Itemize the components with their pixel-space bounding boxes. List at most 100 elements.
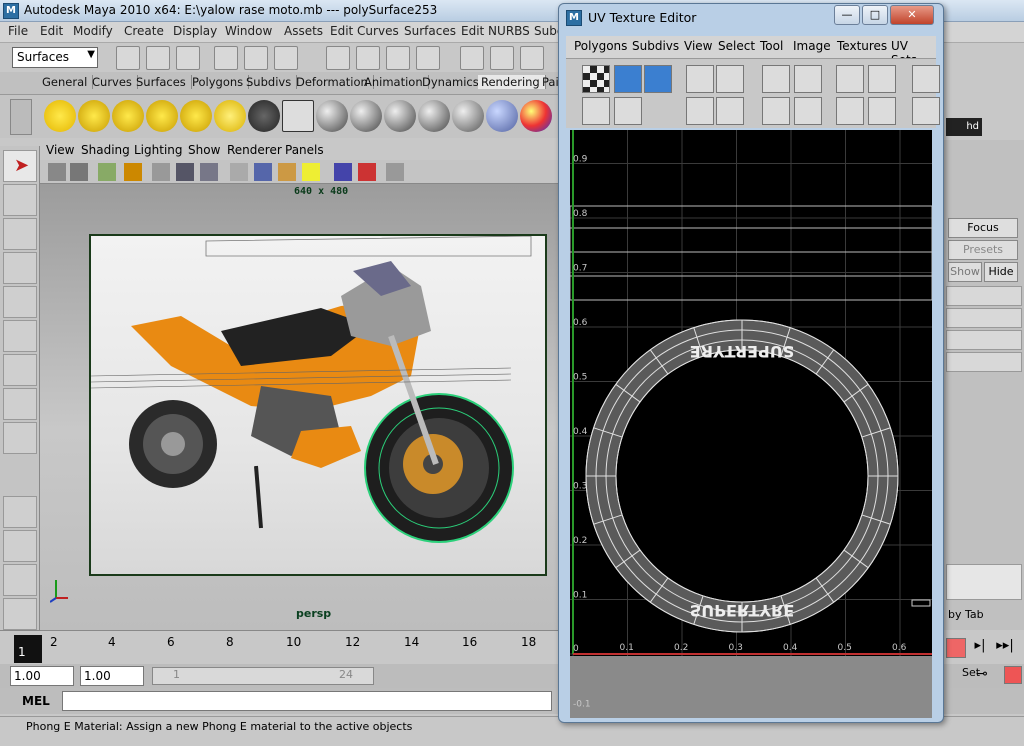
shelf-tab-rendering[interactable]: Rendering <box>478 75 546 89</box>
key-icon[interactable]: ⊸ <box>976 666 998 686</box>
ramp-shader-icon[interactable] <box>520 100 552 132</box>
shelf-tab-polygons[interactable]: Polygons <box>192 75 250 89</box>
new-scene-icon[interactable] <box>116 46 140 70</box>
point-light-icon[interactable] <box>112 100 144 132</box>
menu-surfaces[interactable]: Surfaces <box>404 24 456 38</box>
spot-light-icon[interactable] <box>146 100 178 132</box>
resolution-gate-icon[interactable] <box>200 163 218 181</box>
uv-menu-image[interactable]: Image <box>793 39 831 53</box>
shelf-menu-icon[interactable] <box>10 99 32 135</box>
go-to-end-icon[interactable]: ▸▸| <box>994 638 1016 658</box>
image-display-icon[interactable] <box>762 97 790 125</box>
wireframe-on-shaded-icon[interactable] <box>386 163 404 181</box>
attribute-row[interactable] <box>946 330 1022 350</box>
shade-uvs-icon[interactable] <box>912 97 940 125</box>
menu-modify[interactable]: Modify <box>73 24 113 38</box>
menu-edit-nurbs[interactable]: Edit NURBS <box>461 24 530 38</box>
grid-display-icon[interactable] <box>836 97 864 125</box>
uv-lattice-icon[interactable] <box>582 97 610 125</box>
snap-plane-icon[interactable] <box>416 46 440 70</box>
xray-icon[interactable] <box>358 163 376 181</box>
start-time-field[interactable]: 1.00 <box>10 666 74 686</box>
bookmark-icon[interactable] <box>98 163 116 181</box>
camera-attributes-icon[interactable] <box>70 163 88 181</box>
unfold-icon[interactable] <box>912 65 940 93</box>
directional-light-icon[interactable] <box>78 100 110 132</box>
uv-smudge-icon[interactable] <box>614 97 642 125</box>
attribute-row[interactable] <box>946 352 1022 372</box>
wireframe-icon[interactable] <box>230 163 248 181</box>
render-frame-icon[interactable] <box>460 46 484 70</box>
uv-menu-subdivs[interactable]: Subdivs <box>632 39 679 53</box>
uv-editor-canvas[interactable]: 0.9 0.8 0.7 0.6 0.5 0.4 0.3 0.2 0.1 0 -0.1 0.1 0.2 0… <box>570 130 932 718</box>
maximize-button[interactable]: □ <box>862 5 888 25</box>
redo-icon[interactable] <box>716 97 744 125</box>
camera-select-icon[interactable] <box>48 163 66 181</box>
shelf-tab-deformation[interactable]: Deformation <box>296 75 374 89</box>
persp-outliner-layout-icon[interactable] <box>3 564 37 596</box>
split-uvs-icon[interactable] <box>794 65 822 93</box>
auto-key-icon[interactable] <box>1004 666 1022 684</box>
universal-manipulator-icon[interactable] <box>3 354 37 386</box>
smooth-shade-icon[interactable] <box>254 163 272 181</box>
render-settings-icon[interactable] <box>520 46 544 70</box>
image-dim-icon[interactable] <box>794 97 822 125</box>
rotate-cw-icon[interactable] <box>716 65 744 93</box>
mel-command-input[interactable] <box>62 691 552 711</box>
select-tool-icon[interactable]: ➤ <box>3 150 37 182</box>
flip-u-icon[interactable] <box>614 65 642 93</box>
save-scene-icon[interactable] <box>176 46 200 70</box>
menu-edit-curves[interactable]: Edit Curves <box>330 24 399 38</box>
uv-menu-polygons[interactable]: Polygons <box>574 39 627 53</box>
volume-light-icon[interactable] <box>214 100 246 132</box>
snap-grid-icon[interactable] <box>326 46 350 70</box>
single-perspective-layout-icon[interactable] <box>3 496 37 528</box>
shelf-tab-general[interactable]: General <box>42 75 94 89</box>
viewport-menu-lighting[interactable]: Lighting <box>134 143 183 157</box>
menu-display[interactable]: Display <box>173 24 217 38</box>
lights-icon[interactable] <box>302 163 320 181</box>
shelf-tab-dynamics[interactable]: Dynamics <box>422 75 485 89</box>
menu-create[interactable]: Create <box>124 24 164 38</box>
rotate-ccw-icon[interactable] <box>686 65 714 93</box>
phong-e-material-icon[interactable] <box>418 100 450 132</box>
ambient-light-icon[interactable] <box>44 100 76 132</box>
phong-material-icon[interactable] <box>384 100 416 132</box>
checker-display-icon[interactable] <box>582 65 610 93</box>
show-button[interactable]: Show <box>948 262 982 282</box>
range-slider[interactable]: 1 24 <box>152 667 374 685</box>
pixel-snap-icon[interactable] <box>868 97 896 125</box>
hide-button[interactable]: Hide <box>984 262 1018 282</box>
area-light-icon[interactable] <box>180 100 212 132</box>
open-scene-icon[interactable] <box>146 46 170 70</box>
cut-uv-edges-icon[interactable] <box>762 65 790 93</box>
attribute-row[interactable] <box>946 286 1022 306</box>
time-slider[interactable]: 1 2 4 6 8 10 12 14 16 18 <box>0 630 560 664</box>
viewport-menu-panels[interactable]: Panels <box>285 143 324 157</box>
step-forward-icon[interactable]: ▸| <box>970 638 990 658</box>
rotate-tool-icon[interactable] <box>3 286 37 318</box>
presets-button[interactable]: Presets <box>948 240 1018 260</box>
minimize-button[interactable]: — <box>834 5 860 25</box>
playback-start-field[interactable]: 1.00 <box>80 666 144 686</box>
close-button[interactable]: ✕ <box>890 5 934 25</box>
paint-select-tool-icon[interactable] <box>3 218 37 250</box>
snap-curve-icon[interactable] <box>356 46 380 70</box>
textured-icon[interactable] <box>278 163 296 181</box>
scale-tool-icon[interactable] <box>3 320 37 352</box>
blinn-material-icon[interactable] <box>350 100 382 132</box>
move-and-sew-icon[interactable] <box>868 65 896 93</box>
viewport-menu-view[interactable]: View <box>46 143 74 157</box>
sew-uv-edges-icon[interactable] <box>836 65 864 93</box>
uv-menu-view[interactable]: View <box>684 39 712 53</box>
viewport-menu-show[interactable]: Show <box>188 143 220 157</box>
camera-icon[interactable] <box>248 100 280 132</box>
viewport-menu-shading[interactable]: Shading <box>81 143 130 157</box>
lasso-tool-icon[interactable] <box>3 184 37 216</box>
play-forward-icon[interactable] <box>946 638 966 658</box>
undo-icon[interactable] <box>686 97 714 125</box>
snap-point-icon[interactable] <box>386 46 410 70</box>
shelf-tab-curves[interactable]: Curves <box>92 75 138 89</box>
uv-menu-tool[interactable]: Tool <box>760 39 783 53</box>
four-view-layout-icon[interactable] <box>3 530 37 562</box>
